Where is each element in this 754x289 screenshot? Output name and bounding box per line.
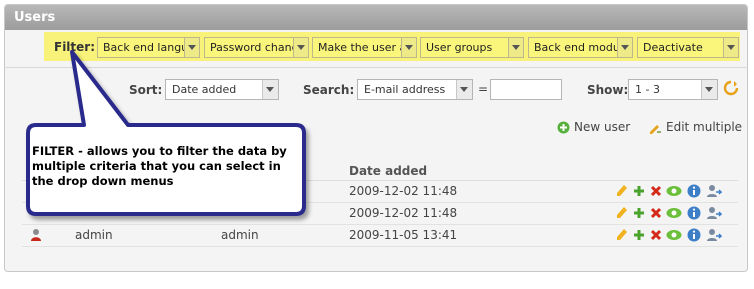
filter-dropdown-value: Make the user a: [318, 41, 407, 54]
delete-icon[interactable]: [649, 206, 663, 220]
filter-dropdown-backend-modules[interactable]: Back end module: [528, 37, 633, 58]
show-label: Show:: [587, 83, 629, 97]
filter-dropdown-value: Back end module: [534, 41, 630, 54]
refresh-icon[interactable]: [723, 80, 739, 96]
panel-title: Users: [5, 5, 747, 30]
copy-icon[interactable]: [632, 184, 646, 198]
switch-user-icon[interactable]: [706, 184, 722, 198]
filter-dropdown-password-change[interactable]: Password chang: [204, 37, 309, 58]
filter-dropdown-make-admin[interactable]: Make the user a: [312, 37, 417, 58]
chevron-down-icon: [508, 38, 523, 57]
copy-icon[interactable]: [632, 206, 646, 220]
show-value: 1 - 3: [635, 83, 660, 96]
delete-icon[interactable]: [649, 184, 663, 198]
toggle-visibility-icon[interactable]: [666, 184, 682, 198]
chevron-down-icon: [293, 38, 308, 57]
edit-icon[interactable]: [615, 206, 629, 220]
edit-multiple-icon: [650, 125, 661, 134]
info-icon[interactable]: [687, 184, 701, 198]
edit-icon[interactable]: [615, 184, 629, 198]
filter-dropdown-backend-language[interactable]: Back end langua: [97, 37, 200, 58]
sort-value: Date added: [172, 83, 237, 96]
filter-dropdown-value: Back end langua: [103, 41, 195, 54]
chevron-down-icon: [262, 80, 278, 99]
toggle-visibility-icon[interactable]: [666, 206, 682, 220]
admin-user-icon: [31, 229, 41, 241]
edit-multiple-button[interactable]: Edit multiple: [648, 120, 742, 134]
chevron-down-icon: [184, 38, 199, 57]
table-row: 2009-12-02 11:48: [22, 202, 738, 225]
callout-text: FILTER - allows you to filter the data b…: [32, 144, 287, 188]
date-added-cell: 2009-12-02 11:48: [349, 184, 458, 198]
toggle-visibility-icon[interactable]: [666, 228, 682, 242]
chevron-down-icon: [456, 80, 472, 99]
switch-user-icon[interactable]: [706, 228, 722, 242]
edit-icon[interactable]: [615, 228, 629, 242]
sort-select[interactable]: Date added: [165, 79, 279, 100]
filter-dropdown-deactivate[interactable]: Deactivate: [637, 37, 739, 58]
date-added-cell: 2009-11-05 13:41: [349, 228, 458, 242]
search-label: Search:: [303, 83, 355, 97]
search-field-value: E-mail address: [364, 83, 446, 96]
new-user-button[interactable]: New user: [557, 120, 630, 134]
column-header-date-added[interactable]: Date added: [349, 164, 427, 178]
date-added-cell: 2009-12-02 11:48: [349, 206, 458, 220]
edit-multiple-label: Edit multiple: [666, 120, 743, 134]
equals-sign: =: [478, 82, 489, 96]
filter-dropdown-user-groups[interactable]: User groups: [420, 37, 524, 58]
info-icon[interactable]: [687, 228, 701, 242]
chevron-down-icon: [617, 38, 632, 57]
name-cell: admin: [75, 228, 113, 242]
delete-icon[interactable]: [649, 228, 663, 242]
search-input[interactable]: [490, 79, 562, 100]
filter-dropdown-value: Password chang: [210, 41, 299, 54]
add-icon: [557, 121, 570, 134]
copy-icon[interactable]: [632, 228, 646, 242]
table-row: admin admin 2009-11-05 13:41: [22, 224, 738, 247]
chevron-down-icon: [401, 38, 416, 57]
info-icon[interactable]: [687, 206, 701, 220]
divider: [4, 67, 748, 68]
show-select[interactable]: 1 - 3: [628, 79, 718, 100]
username-cell: admin: [221, 228, 259, 242]
filter-dropdown-value: Deactivate: [643, 41, 703, 54]
filter-label: Filter:: [54, 40, 96, 54]
search-field-select[interactable]: E-mail address: [357, 79, 473, 100]
filter-dropdown-value: User groups: [426, 41, 493, 54]
switch-user-icon[interactable]: [706, 206, 722, 220]
chevron-down-icon: [701, 80, 717, 99]
sort-label: Sort:: [129, 83, 163, 97]
chevron-down-icon: [723, 38, 738, 57]
new-user-label: New user: [574, 120, 631, 134]
